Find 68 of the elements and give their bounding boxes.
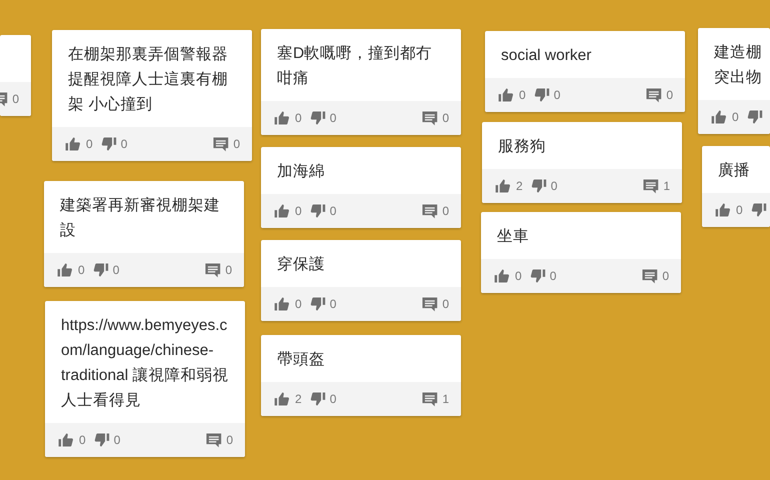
count: 0 (120, 137, 128, 151)
thumbs-up-icon[interactable] (56, 261, 74, 279)
post-text: 建造棚 (714, 43, 762, 63)
comment-icon[interactable] (204, 431, 222, 449)
count: 0 (78, 263, 85, 277)
comment-icon[interactable] (203, 261, 222, 279)
count: 0 (515, 269, 522, 283)
comment-icon[interactable] (420, 202, 438, 220)
thumbs-up-icon[interactable] (714, 201, 732, 219)
count: 0 (112, 263, 120, 277)
count: 1 (663, 179, 670, 193)
count: 0 (330, 204, 336, 218)
count: 0 (442, 204, 449, 218)
comment-icon[interactable] (420, 109, 438, 127)
thumbs-up-icon[interactable] (273, 295, 291, 313)
post-text: 穿保護 (277, 255, 326, 275)
post-text: 廣播 (718, 161, 751, 181)
thumbs-up-icon[interactable] (273, 390, 291, 408)
count: 2 (295, 392, 302, 406)
count: 0 (736, 203, 743, 217)
count: 0 (666, 88, 673, 102)
count: 0 (114, 433, 120, 447)
count: 0 (295, 297, 302, 311)
count: 0 (12, 92, 19, 106)
count: 0 (86, 137, 93, 151)
count: 0 (550, 179, 558, 193)
comment-icon[interactable] (644, 86, 662, 104)
count: 0 (330, 111, 336, 125)
comment-icon[interactable] (420, 390, 438, 408)
thumbs-up-icon[interactable] (57, 431, 75, 449)
count: 0 (442, 297, 449, 311)
post-text: 加海綿 (277, 162, 326, 182)
comment-icon[interactable] (420, 295, 438, 313)
comment-icon[interactable] (641, 177, 660, 195)
thumbs-up-icon[interactable] (273, 109, 291, 127)
comment-icon[interactable] (640, 267, 658, 285)
count: 0 (732, 110, 739, 124)
count: 0 (79, 433, 86, 447)
count: 0 (226, 433, 233, 447)
count: 0 (233, 137, 240, 151)
count: 0 (662, 269, 669, 283)
post-text: 塞D軟嘅嘢，撞到都冇咁痛 (277, 44, 434, 89)
thumbs-up-icon[interactable] (497, 86, 515, 104)
count: 0 (554, 88, 560, 102)
post-text: 在棚架那裏弄個警報器提醒視障人士這裏有棚架 小心撞到 (68, 45, 229, 115)
count: 1 (442, 392, 449, 406)
post-text: 服務狗 (498, 137, 547, 157)
thumbs-up-icon[interactable] (273, 202, 291, 220)
count: 0 (295, 111, 302, 125)
count: 2 (516, 179, 523, 193)
count: 0 (442, 111, 449, 125)
thumbs-up-icon[interactable] (710, 108, 728, 126)
thumbs-up-icon[interactable] (494, 177, 512, 195)
count: 0 (330, 297, 336, 311)
thumbs-up-icon[interactable] (493, 267, 511, 285)
count: 0 (330, 392, 336, 406)
post-text: 突出物 (714, 68, 762, 88)
post-text: 建築署再新審視棚架建設 (60, 196, 221, 241)
count: 0 (519, 88, 526, 102)
count: 0 (550, 269, 556, 283)
thumbs-up-icon[interactable] (64, 135, 82, 153)
post-text: 坐車 (497, 227, 530, 247)
post-text: 帶頭盔 (277, 350, 326, 370)
post-text: https://www.bemyeyes.com/language/chinese-traditional 讓視障和弱視人士看得見 (61, 316, 229, 411)
count: 0 (295, 204, 302, 218)
comment-icon[interactable] (211, 135, 230, 153)
count: 0 (225, 263, 232, 277)
post-text: social worker (501, 46, 592, 66)
